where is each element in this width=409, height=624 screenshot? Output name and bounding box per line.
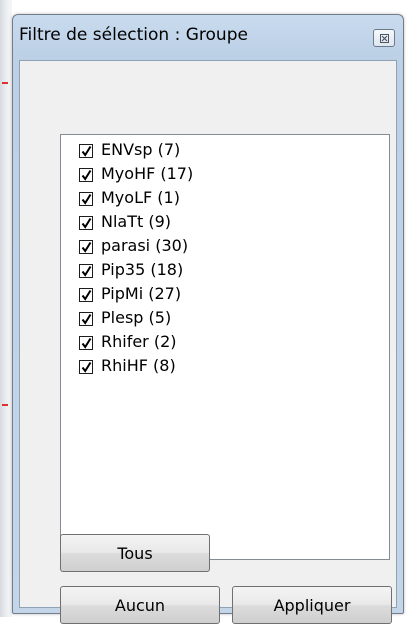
checkmark-icon [81,193,92,205]
select-all-button[interactable]: Tous [60,534,210,572]
checkmark-icon [81,145,92,157]
list-item[interactable]: Plesp (5) [61,307,389,331]
list-item[interactable]: MyoLF (1) [61,187,389,211]
item-checkbox[interactable] [79,360,93,374]
background-marker [2,82,8,84]
item-label: Pip35 (18) [101,260,184,279]
checkmark-icon [81,241,92,253]
item-checkbox[interactable] [79,312,93,326]
title-bar[interactable]: Filtre de sélection : Groupe [13,15,403,59]
item-label: ENVsp (7) [101,140,181,159]
checkmark-icon [81,289,92,301]
list-item[interactable]: Rhifer (2) [61,331,389,355]
list-item[interactable]: NlaTt (9) [61,211,389,235]
apply-button[interactable]: Appliquer [232,586,392,624]
item-checkbox[interactable] [79,192,93,206]
checkmark-icon [81,217,92,229]
list-item[interactable]: PipMi (27) [61,283,389,307]
background-marker [2,404,8,406]
list-item[interactable]: MyoHF (17) [61,163,389,187]
item-label: RhiHF (8) [101,356,176,375]
list-item[interactable]: ENVsp (7) [61,139,389,163]
filter-dialog: Filtre de sélection : Groupe ENVsp (7) My… [12,14,404,624]
close-icon [380,34,389,43]
item-checkbox[interactable] [79,168,93,182]
item-label: MyoHF (17) [101,164,194,183]
item-checkbox[interactable] [79,336,93,350]
group-listbox[interactable]: ENVsp (7) MyoHF (17) MyoLF (1) NlaTt (9) par… [60,134,390,560]
checkmark-icon [81,169,92,181]
item-label: Plesp (5) [101,308,172,327]
item-label: Rhifer (2) [101,332,177,351]
checkmark-icon [81,313,92,325]
checkmark-icon [81,361,92,373]
item-checkbox[interactable] [79,288,93,302]
item-label: PipMi (27) [101,284,182,303]
checkmark-icon [81,265,92,277]
checkmark-icon [81,337,92,349]
item-label: parasi (30) [101,236,189,255]
list-item[interactable]: RhiHF (8) [61,355,389,379]
item-label: NlaTt (9) [101,212,172,231]
list-item[interactable]: parasi (30) [61,235,389,259]
list-item[interactable]: Pip35 (18) [61,259,389,283]
item-checkbox[interactable] [79,216,93,230]
dialog-title: Filtre de sélection : Groupe [19,25,248,45]
background-window-edge [0,0,12,617]
dialog-content: ENVsp (7) MyoHF (17) MyoLF (1) NlaTt (9) par… [19,60,397,624]
close-button[interactable] [373,29,395,47]
item-checkbox[interactable] [79,144,93,158]
item-checkbox[interactable] [79,264,93,278]
item-checkbox[interactable] [79,240,93,254]
item-label: MyoLF (1) [101,188,180,207]
select-none-button[interactable]: Aucun [60,586,220,624]
